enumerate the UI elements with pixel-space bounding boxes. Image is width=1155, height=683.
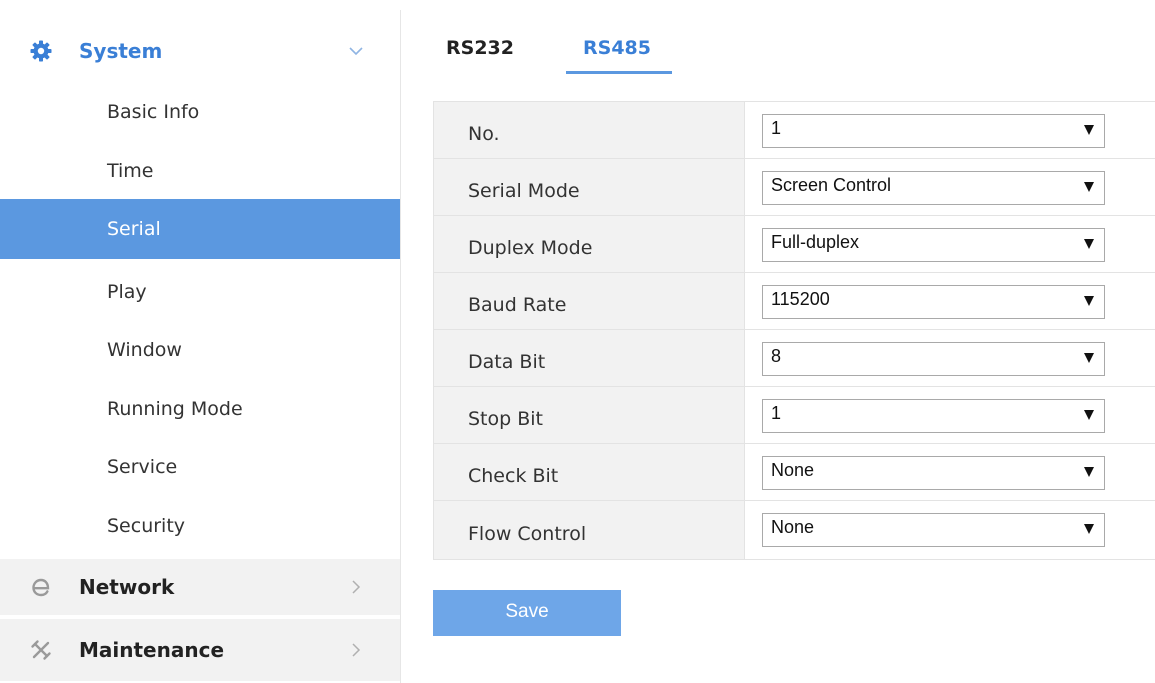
baud-rate-select[interactable]: 115200 [762,285,1105,319]
data-bit-select[interactable]: 8 [762,342,1105,376]
network-e-icon [28,574,54,600]
sidebar-item-label: Time [107,160,154,182]
sidebar-item-label: Service [107,456,178,478]
sidebar-item-service[interactable]: Service [0,437,400,497]
sidebar-item-security[interactable]: Security [0,496,400,556]
dropdown-arrow-icon [1084,524,1094,534]
field-label: Duplex Mode [434,216,745,272]
dropdown-arrow-icon [1084,467,1094,477]
select-value: None [771,460,815,480]
tools-icon [28,637,54,663]
sidebar-item-label: Serial [107,218,161,240]
select-value: 1 [771,403,782,423]
serial-mode-select[interactable]: Screen Control [762,171,1105,205]
gear-icon [28,38,54,64]
active-tab-indicator [566,71,672,74]
sidebar-group-system[interactable]: System [0,22,400,80]
sidebar-item-label: Running Mode [107,398,243,420]
form-row-flow-control: Flow Control None [434,501,1155,560]
no-select[interactable]: 1 [762,114,1105,148]
sidebar: System Basic Info Time Serial Play Windo… [0,0,400,683]
dropdown-arrow-icon [1084,239,1094,249]
field-label: Serial Mode [434,159,745,215]
form-row-data-bit: Data Bit 8 [434,330,1155,387]
vertical-divider [400,10,401,683]
tab-rs232[interactable]: RS232 [446,37,514,59]
sidebar-item-label: Basic Info [107,101,200,123]
select-value: Screen Control [771,175,892,195]
stop-bit-select[interactable]: 1 [762,399,1105,433]
sidebar-group-maintenance[interactable]: Maintenance [0,619,400,681]
sidebar-group-label: Maintenance [79,638,225,662]
sidebar-group-label: Network [79,575,175,599]
dropdown-arrow-icon [1084,410,1094,420]
chevron-right-icon [346,577,366,597]
select-value: 115200 [771,289,830,309]
field-label: Data Bit [434,330,745,386]
tab-rs485[interactable]: RS485 [583,37,651,59]
field-label: No. [434,102,745,158]
select-value: 8 [771,346,782,366]
form-row-baud-rate: Baud Rate 115200 [434,273,1155,330]
sidebar-item-running-mode[interactable]: Running Mode [0,379,400,439]
field-label: Check Bit [434,444,745,500]
form-row-serial-mode: Serial Mode Screen Control [434,159,1155,216]
sidebar-item-window[interactable]: Window [0,320,400,380]
dropdown-arrow-icon [1084,125,1094,135]
sidebar-item-serial[interactable]: Serial [0,199,400,259]
form-row-no: No. 1 [434,102,1155,159]
sidebar-item-label: Window [107,339,182,361]
form-row-check-bit: Check Bit None [434,444,1155,501]
dropdown-arrow-icon [1084,353,1094,363]
sidebar-item-basic-info[interactable]: Basic Info [0,82,400,142]
form-row-duplex-mode: Duplex Mode Full-duplex [434,216,1155,273]
form-row-stop-bit: Stop Bit 1 [434,387,1155,444]
sidebar-item-time[interactable]: Time [0,141,400,201]
field-label: Flow Control [434,501,745,559]
sidebar-item-play[interactable]: Play [0,262,400,322]
field-label: Baud Rate [434,273,745,329]
flow-control-select[interactable]: None [762,513,1105,547]
dropdown-arrow-icon [1084,182,1094,192]
field-label: Stop Bit [434,387,745,443]
select-value: None [771,517,815,537]
serial-settings-form: No. 1 Serial Mode Screen Control Duplex … [433,101,1155,560]
select-value: 1 [771,118,782,138]
check-bit-select[interactable]: None [762,456,1105,490]
save-button[interactable]: Save [433,590,621,636]
duplex-mode-select[interactable]: Full-duplex [762,228,1105,262]
chevron-right-icon [346,640,366,660]
chevron-down-icon [346,41,366,61]
sidebar-item-label: Security [107,515,186,537]
sidebar-group-label: System [79,39,163,63]
sidebar-item-label: Play [107,281,147,303]
select-value: Full-duplex [771,232,860,252]
sidebar-group-network[interactable]: Network [0,559,400,617]
dropdown-arrow-icon [1084,296,1094,306]
